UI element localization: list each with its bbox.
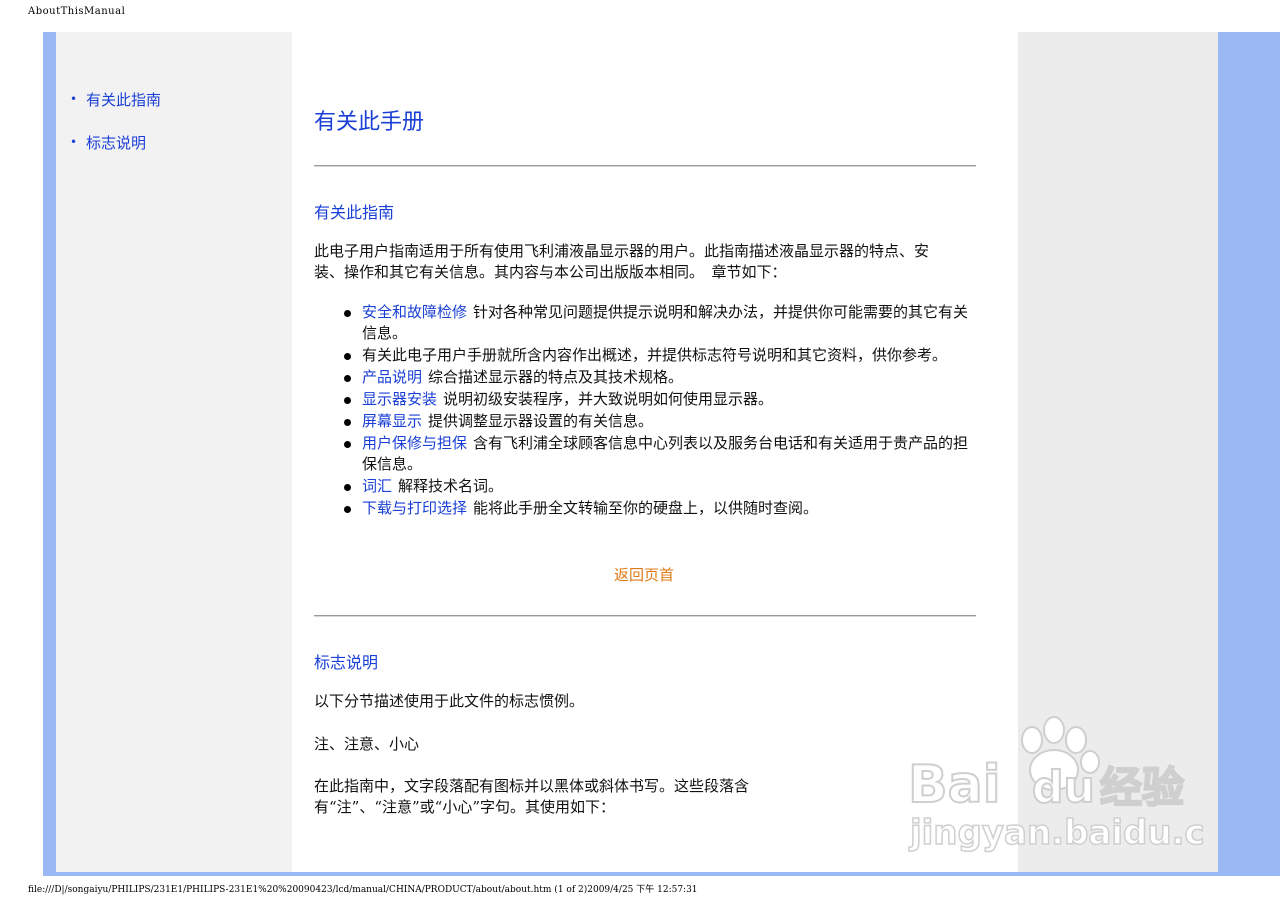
divider (314, 165, 976, 167)
link-product-info[interactable]: 产品说明 (362, 368, 422, 386)
list-item-text: 能将此手册全文转输至你的硬盘上，以供随时查阅。 (473, 499, 819, 517)
section-heading-notation: 标志说明 (314, 653, 379, 672)
link-monitor-install[interactable]: 显示器安装 (362, 390, 437, 408)
print-header: AboutThisManual (28, 6, 126, 17)
nav-sidebar (56, 32, 292, 874)
list-item: 下载与打印选择 能将此手册全文转输至你的硬盘上，以供随时查阅。 (344, 498, 974, 519)
list-item: 产品说明 综合描述显示器的特点及其技术规格。 (344, 367, 974, 388)
list-item-text: 解释技术名词。 (398, 477, 504, 495)
notation-paragraph: 以下分节描述使用于此文件的标志惯例。 (314, 692, 585, 710)
list-item: 词汇 解释技术名词。 (344, 476, 974, 497)
link-safety-troubleshooting[interactable]: 安全和故障检修 (362, 303, 467, 321)
page-title: 有关此手册 (314, 110, 425, 135)
list-item-text: 综合描述显示器的特点及其技术规格。 (428, 368, 684, 386)
chapter-list: 安全和故障检修 针对各种常见问题提供提示说明和解决办法，并提供你可能需要的其它有关… (344, 302, 974, 520)
back-to-top-link[interactable]: 返回页首 (614, 564, 674, 585)
bullet-icon: • (70, 92, 78, 106)
bullet-icon (344, 353, 351, 360)
list-item: 有关此电子用户手册就所含内容作出概述，并提供标志符号说明和其它资料，供你参考。 (344, 345, 974, 366)
list-item: 安全和故障检修 针对各种常见问题提供提示说明和解决办法，并提供你可能需要的其它有关… (344, 302, 974, 344)
bullet-icon (344, 484, 351, 491)
right-gray-panel (1018, 32, 1218, 874)
notation-description: 在此指南中，文字段落配有图标并以黑体或斜体书写。这些段落含有“注”、“注意”或“… (314, 777, 750, 816)
list-item: 用户保修与担保 含有飞利浦全球顾客信息中心列表以及服务台电话和有关适用于贵产品的担… (344, 433, 974, 475)
sidebar-item-label[interactable]: 有关此指南 (86, 91, 161, 109)
link-osd[interactable]: 屏幕显示 (362, 412, 422, 430)
bullet-icon (344, 375, 351, 382)
link-warranty[interactable]: 用户保修与担保 (362, 434, 467, 452)
list-item-text: 说明初级安装程序，并大致说明如何使用显示器。 (443, 390, 774, 408)
sidebar-item-label[interactable]: 标志说明 (86, 134, 146, 152)
section-heading-about-guide: 有关此指南 (314, 203, 395, 222)
list-item-text: 有关此电子用户手册就所含内容作出概述，并提供标志符号说明和其它资料，供你参考。 (362, 346, 948, 364)
notation-subheading: 注、注意、小心 (314, 735, 420, 753)
intro-paragraph: 此电子用户指南适用于所有使用飞利浦液晶显示器的用户。此指南描述液晶显示器的特点、… (314, 242, 930, 281)
divider (314, 615, 976, 617)
list-item: 显示器安装 说明初级安装程序，并大致说明如何使用显示器。 (344, 389, 974, 410)
sidebar-item-notation[interactable]: • 标志说明 (70, 132, 146, 153)
bullet-icon: • (70, 135, 78, 149)
bullet-icon (344, 441, 351, 448)
link-download-print[interactable]: 下载与打印选择 (362, 499, 467, 517)
print-footer: file:///D|/songaiyu/PHILIPS/231E1/PHILIP… (28, 885, 698, 895)
left-blue-border (43, 32, 56, 874)
link-glossary[interactable]: 词汇 (362, 477, 392, 495)
list-item-text: 提供调整显示器设置的有关信息。 (428, 412, 654, 430)
right-blue-border (1218, 32, 1280, 874)
list-item: 屏幕显示 提供调整显示器设置的有关信息。 (344, 411, 974, 432)
bullet-icon (344, 310, 351, 317)
sidebar-item-about-guide[interactable]: • 有关此指南 (70, 89, 161, 110)
bullet-icon (344, 506, 351, 513)
bottom-blue-border (43, 872, 1280, 876)
bullet-icon (344, 419, 351, 426)
bullet-icon (344, 397, 351, 404)
